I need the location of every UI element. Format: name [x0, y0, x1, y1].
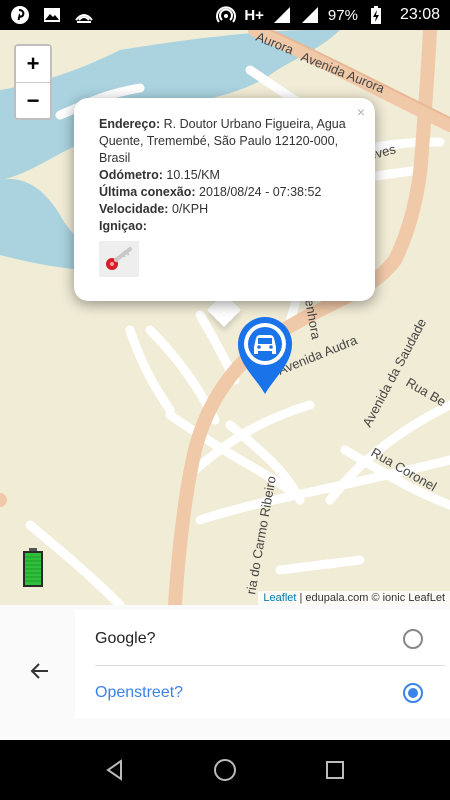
street-label: ria do Carmo Ribeiro [243, 475, 279, 596]
last-connection-label: Última conexão: [99, 185, 196, 199]
odometer-label: Odómetro: [99, 168, 163, 182]
address-row: Endereço: R. Doutor Urbano Figueira, Agu… [99, 116, 355, 167]
speed-label: Velocidade: [99, 202, 169, 216]
cast-icon [74, 5, 94, 25]
clock: 23:08 [399, 6, 440, 23]
navigation-bar [0, 740, 450, 800]
battery-percent: 97% [327, 6, 358, 24]
street-label: Avenida da Saudade [359, 316, 429, 429]
speed-row: Velocidade: 0/KPH [99, 201, 355, 218]
address-label: Endereço: [99, 117, 161, 131]
hotspot-icon [216, 5, 237, 25]
street-label: Rua Coronel [369, 445, 440, 495]
gallery-icon [42, 5, 62, 25]
attribution-text: | edupala.com © ionic LeafLet [299, 592, 446, 604]
street-label: Aurora [254, 30, 297, 58]
odometer-row: Odómetro: 10.15/KM [99, 167, 355, 184]
zoom-in-button[interactable]: + [16, 46, 50, 82]
battery-charging-icon [366, 5, 386, 25]
zoom-out-button[interactable]: − [16, 82, 50, 118]
network-type: H+ [244, 6, 264, 24]
square-recents-icon [326, 761, 344, 779]
google-radio[interactable] [403, 628, 423, 649]
back-button[interactable] [26, 657, 54, 685]
triangle-back-icon [106, 759, 122, 781]
street-label: Avenida Aurora [299, 49, 388, 96]
leaflet-link[interactable]: Leaflet [263, 592, 296, 604]
map[interactable]: Avenida Aurora Aurora Avenida Audra Aven… [0, 30, 450, 605]
odometer-value: 10.15/KM [166, 168, 220, 182]
arrow-left-icon [30, 663, 48, 679]
vehicle-marker[interactable] [234, 314, 296, 396]
last-connection-value: 2018/08/24 - 07:38:52 [199, 185, 322, 199]
openstreet-radio[interactable] [403, 683, 423, 703]
signal-icon [272, 5, 292, 25]
provider-options: Google? Openstreet? [75, 610, 450, 718]
option-openstreet[interactable]: Openstreet? [95, 666, 445, 720]
nav-back-button[interactable] [100, 755, 130, 785]
street-label: Rua Be [404, 375, 449, 410]
signal-icon [300, 5, 320, 25]
vehicle-info-popup: × Endereço: R. Doutor Urbano Figueira, A… [74, 98, 375, 301]
zoom-control: + − [14, 44, 52, 120]
ignition-label: Igniçao: [99, 219, 147, 233]
option-label: Openstreet? [95, 684, 184, 701]
map-attribution: Leaflet | edupala.com © ionic LeafLet [258, 591, 450, 605]
last-connection-row: Última conexão: 2018/08/24 - 07:38:52 [99, 184, 355, 201]
nav-recents-button[interactable] [320, 755, 350, 785]
street-label: enhora [302, 298, 324, 341]
key-icon [99, 241, 139, 277]
pinterest-icon [10, 5, 30, 25]
status-bar: H+ 97% 23:08 [0, 0, 450, 30]
battery-level-icon [22, 548, 44, 588]
speed-value: 0/KPH [171, 202, 209, 216]
circle-home-icon [214, 759, 236, 781]
ignition-row: Igniçao: [99, 218, 355, 235]
option-label: Google? [95, 629, 156, 647]
nav-home-button[interactable] [210, 755, 240, 785]
option-google[interactable]: Google? [95, 612, 445, 666]
popup-close-button[interactable]: × [357, 104, 365, 121]
map-provider-sheet: Google? Openstreet? [0, 605, 450, 740]
